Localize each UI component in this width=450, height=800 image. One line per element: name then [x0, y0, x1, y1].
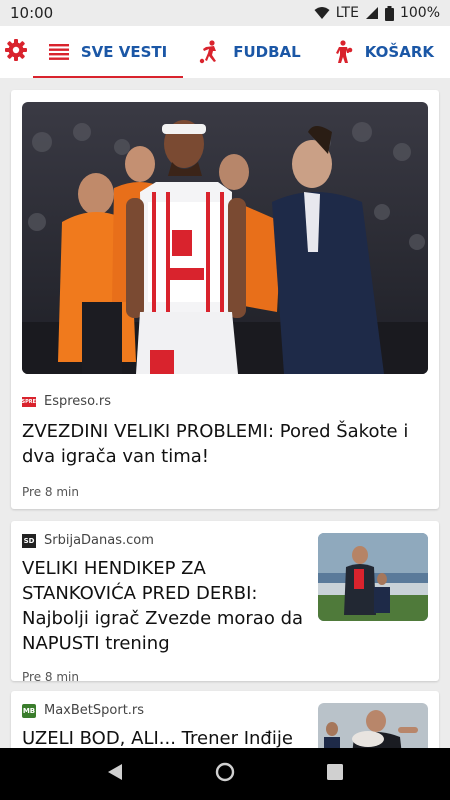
article-card[interactable]: ESPREX Espreso.rs ZVEZDINI VELIKI PROBLE… [11, 90, 439, 509]
tab-sve-vesti[interactable]: SVE VESTI [32, 26, 184, 78]
news-feed[interactable]: ESPREX Espreso.rs ZVEZDINI VELIKI PROBLE… [0, 78, 450, 748]
battery-icon [384, 5, 394, 21]
article-card[interactable]: MB MaxBetSport.rs UZELI BOD, ALI... Tren… [11, 691, 439, 748]
tab-label: SVE VESTI [80, 43, 168, 61]
settings-button[interactable] [0, 26, 33, 78]
article-source: MB MaxBetSport.rs [22, 703, 310, 718]
article-title[interactable]: VELIKI HENDIKEP ZA STANKOVIĆA PRED DERBI… [22, 556, 310, 656]
article-time: Pre 8 min [22, 670, 79, 681]
wifi-icon [314, 6, 330, 20]
signal-icon [365, 6, 379, 20]
recents-icon [327, 764, 343, 784]
article-source: ESPREX Espreso.rs [18, 394, 428, 409]
article-title[interactable]: UZELI BOD, ALI... Trener Inđije [22, 726, 310, 748]
football-player-icon [199, 40, 221, 64]
tab-kosarka[interactable]: KOŠARK [317, 26, 450, 78]
tab-fudbal[interactable]: FUDBAL [183, 26, 316, 78]
source-logo: MB [22, 703, 36, 718]
back-icon [107, 763, 123, 785]
home-button[interactable] [205, 754, 245, 794]
home-icon [215, 762, 235, 786]
system-nav-bar [0, 748, 450, 800]
basketball-player-icon [333, 40, 353, 64]
article-title[interactable]: ZVEZDINI VELIKI PROBLEMI: Pored Šakote i… [22, 419, 428, 469]
list-icon [48, 44, 69, 60]
article-image[interactable] [22, 102, 428, 374]
status-time: 10:00 [10, 4, 54, 22]
source-name: SrbijaDanas.com [44, 533, 154, 548]
gear-icon [4, 38, 28, 66]
source-name: Espreso.rs [44, 394, 112, 409]
network-label: LTE [335, 5, 359, 21]
source-logo: ESPREX [18, 396, 40, 407]
status-icons: LTE 100% [314, 5, 440, 21]
article-card[interactable]: SD SrbijaDanas.com VELIKI HENDIKEP ZA ST… [11, 521, 439, 681]
status-bar: 10:00 LTE 100% [0, 0, 450, 26]
recents-button[interactable] [315, 754, 355, 794]
article-thumbnail[interactable] [318, 703, 428, 748]
back-button[interactable] [95, 754, 135, 794]
article-source: SD SrbijaDanas.com [22, 533, 310, 548]
battery-level: 100% [399, 5, 440, 21]
category-tab-bar: SVE VESTI FUDBAL KOŠARK [0, 26, 450, 78]
source-name: MaxBetSport.rs [44, 703, 145, 718]
article-time: Pre 8 min [22, 485, 79, 499]
source-logo: SD [22, 533, 36, 548]
tab-label: FUDBAL [233, 43, 301, 61]
article-thumbnail[interactable] [318, 533, 428, 621]
tab-label: KOŠARK [364, 43, 434, 61]
